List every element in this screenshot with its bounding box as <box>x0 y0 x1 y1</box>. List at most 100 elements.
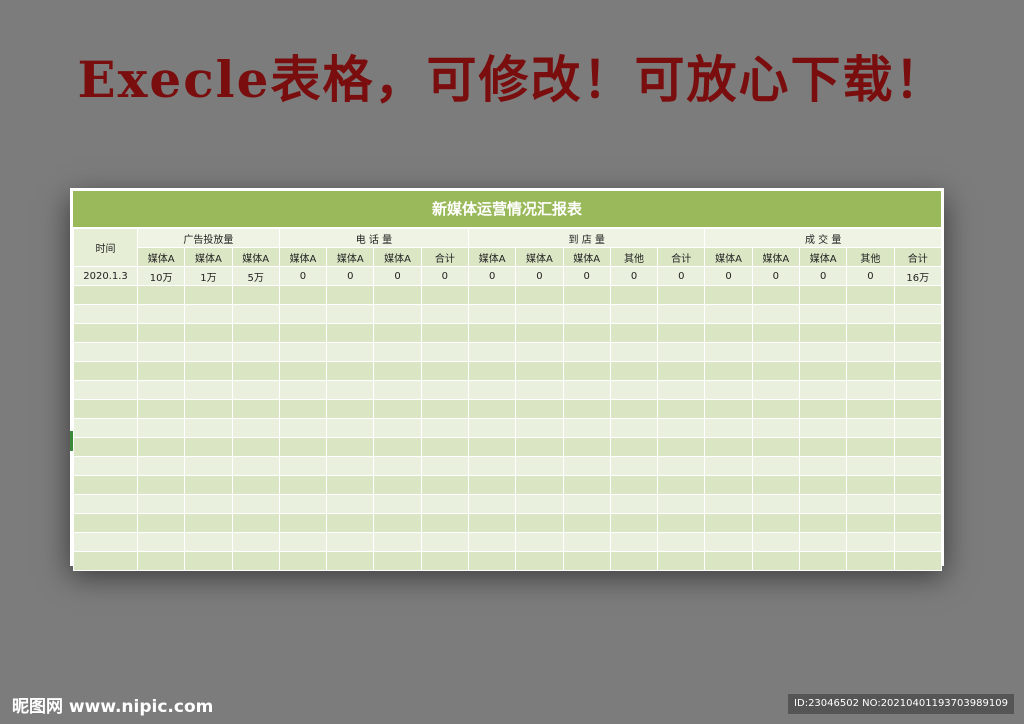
empty-cell[interactable] <box>562 399 611 419</box>
empty-cell[interactable] <box>704 380 753 400</box>
empty-cell[interactable] <box>657 418 706 438</box>
value-cell[interactable]: 0 <box>704 266 753 286</box>
empty-cell[interactable] <box>373 456 422 476</box>
empty-cell[interactable] <box>420 437 470 457</box>
empty-cell[interactable] <box>184 437 233 457</box>
empty-cell[interactable] <box>420 380 470 400</box>
empty-cell[interactable] <box>609 513 659 533</box>
empty-cell[interactable] <box>136 342 186 362</box>
empty-cell[interactable] <box>373 361 422 381</box>
empty-cell[interactable] <box>326 304 375 324</box>
empty-cell[interactable] <box>657 399 706 419</box>
time-header[interactable]: 时间 <box>73 228 138 267</box>
empty-cell[interactable] <box>136 380 186 400</box>
empty-cell[interactable] <box>278 437 328 457</box>
empty-cell[interactable] <box>278 380 328 400</box>
empty-cell[interactable] <box>657 456 706 476</box>
empty-cell[interactable] <box>420 418 470 438</box>
empty-cell[interactable] <box>136 494 186 514</box>
empty-cell[interactable] <box>751 380 801 400</box>
empty-cell[interactable] <box>184 361 233 381</box>
empty-cell[interactable] <box>751 475 801 495</box>
empty-cell[interactable] <box>846 494 895 514</box>
sub-header-cell[interactable]: 合计 <box>893 247 942 267</box>
empty-cell[interactable] <box>278 285 328 305</box>
empty-cell[interactable] <box>893 418 942 438</box>
value-cell[interactable]: 0 <box>278 266 328 286</box>
empty-cell[interactable] <box>657 342 706 362</box>
empty-cell[interactable] <box>373 342 422 362</box>
empty-cell[interactable] <box>326 513 375 533</box>
empty-cell[interactable] <box>704 285 753 305</box>
empty-cell[interactable] <box>751 551 801 571</box>
empty-cell[interactable] <box>657 532 706 552</box>
empty-cell[interactable] <box>657 513 706 533</box>
empty-cell[interactable] <box>373 304 422 324</box>
empty-cell[interactable] <box>420 361 470 381</box>
value-cell[interactable]: 0 <box>468 266 517 286</box>
sub-header-cell[interactable]: 其他 <box>609 247 659 267</box>
empty-cell[interactable] <box>184 475 233 495</box>
empty-cell[interactable] <box>231 285 280 305</box>
empty-cell[interactable] <box>562 342 611 362</box>
empty-cell[interactable] <box>609 399 659 419</box>
empty-cell[interactable] <box>609 437 659 457</box>
empty-cell[interactable] <box>184 342 233 362</box>
empty-cell[interactable] <box>136 361 186 381</box>
empty-cell[interactable] <box>704 342 753 362</box>
empty-cell[interactable] <box>562 494 611 514</box>
empty-cell[interactable] <box>278 475 328 495</box>
empty-cell[interactable] <box>231 437 280 457</box>
empty-cell[interactable] <box>468 304 517 324</box>
empty-cell[interactable] <box>373 513 422 533</box>
empty-cell[interactable] <box>231 399 280 419</box>
empty-cell[interactable] <box>420 323 470 343</box>
empty-cell[interactable] <box>704 361 753 381</box>
empty-cell[interactable] <box>468 361 517 381</box>
empty-cell[interactable] <box>420 475 470 495</box>
empty-cell[interactable] <box>73 532 138 552</box>
empty-cell[interactable] <box>704 437 753 457</box>
empty-cell[interactable] <box>326 342 375 362</box>
empty-cell[interactable] <box>798 551 848 571</box>
group-header-deals[interactable]: 成 交 量 <box>704 228 942 248</box>
empty-cell[interactable] <box>231 418 280 438</box>
empty-cell[interactable] <box>468 342 517 362</box>
value-cell[interactable]: 0 <box>798 266 848 286</box>
empty-cell[interactable] <box>515 361 564 381</box>
group-header-ad[interactable]: 广告投放量 <box>137 228 280 248</box>
empty-cell[interactable] <box>420 285 470 305</box>
empty-cell[interactable] <box>326 456 375 476</box>
empty-cell[interactable] <box>420 342 470 362</box>
empty-cell[interactable] <box>326 285 375 305</box>
empty-cell[interactable] <box>515 285 564 305</box>
empty-cell[interactable] <box>798 323 848 343</box>
empty-cell[interactable] <box>751 532 801 552</box>
empty-cell[interactable] <box>73 304 138 324</box>
empty-cell[interactable] <box>184 456 233 476</box>
empty-cell[interactable] <box>184 551 233 571</box>
sub-header-cell[interactable]: 媒体A <box>373 247 422 267</box>
empty-cell[interactable] <box>231 475 280 495</box>
empty-cell[interactable] <box>136 532 186 552</box>
empty-cell[interactable] <box>751 304 801 324</box>
empty-cell[interactable] <box>562 551 611 571</box>
empty-cell[interactable] <box>326 399 375 419</box>
value-cell[interactable]: 10万 <box>136 266 186 286</box>
empty-cell[interactable] <box>420 399 470 419</box>
empty-cell[interactable] <box>373 532 422 552</box>
empty-cell[interactable] <box>704 551 753 571</box>
empty-cell[interactable] <box>751 437 801 457</box>
empty-cell[interactable] <box>893 456 942 476</box>
empty-cell[interactable] <box>73 551 138 571</box>
empty-cell[interactable] <box>798 437 848 457</box>
empty-cell[interactable] <box>73 380 138 400</box>
empty-cell[interactable] <box>515 494 564 514</box>
empty-cell[interactable] <box>798 361 848 381</box>
empty-cell[interactable] <box>73 285 138 305</box>
empty-cell[interactable] <box>184 418 233 438</box>
empty-cell[interactable] <box>420 494 470 514</box>
empty-cell[interactable] <box>73 456 138 476</box>
empty-cell[interactable] <box>798 532 848 552</box>
sub-header-cell[interactable]: 媒体A <box>515 247 564 267</box>
